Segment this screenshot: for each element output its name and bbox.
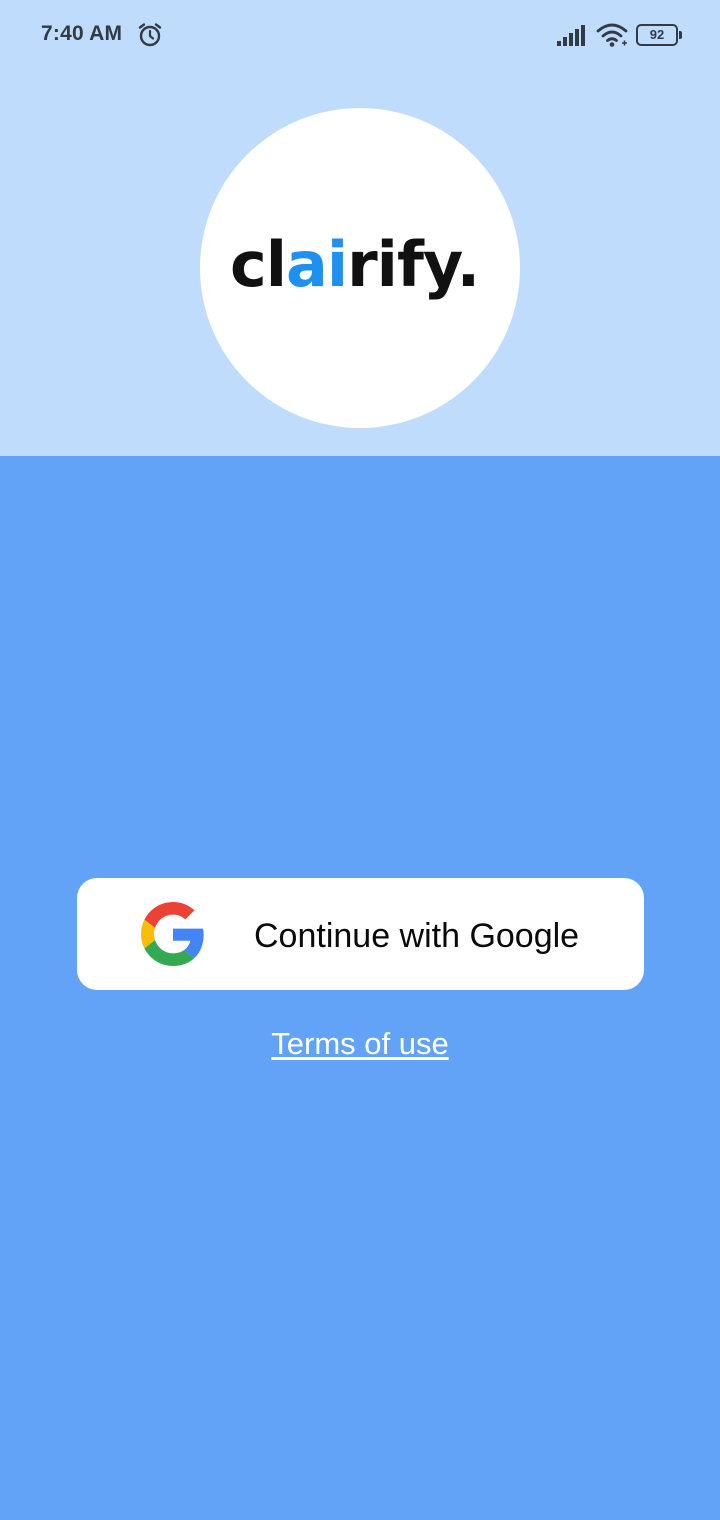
status-time: 7:40 AM (41, 22, 123, 45)
login-screen: 7:40 AM 92 clairify. Continue with Googl… (0, 0, 720, 1520)
google-button-label: Continue with Google (254, 917, 580, 955)
app-logo: clairify. (200, 108, 520, 428)
logo-text-prefix: cl (230, 228, 286, 301)
logo-text-accent: ai (286, 228, 347, 301)
google-g-icon (141, 902, 204, 966)
wifi-icon (596, 23, 628, 47)
battery-level: 92 (649, 27, 665, 42)
battery-indicator: 92 (636, 24, 682, 46)
alarm-clock-icon (138, 23, 162, 47)
cellular-signal-icon (557, 25, 585, 46)
battery-cap (679, 31, 682, 39)
logo-text-suffix: rify (347, 228, 463, 301)
logo-dot: . (457, 228, 480, 301)
header-panel: 7:40 AM 92 clairify. (0, 0, 720, 456)
svg-text:clairify.: clairify. (230, 228, 479, 301)
clairify-logo: clairify. (230, 228, 480, 301)
continue-with-google-button[interactable]: Continue with Google (77, 878, 644, 990)
status-bar: 7:40 AM 92 (0, 0, 720, 70)
terms-of-use-link[interactable]: Terms of use (0, 1026, 720, 1062)
